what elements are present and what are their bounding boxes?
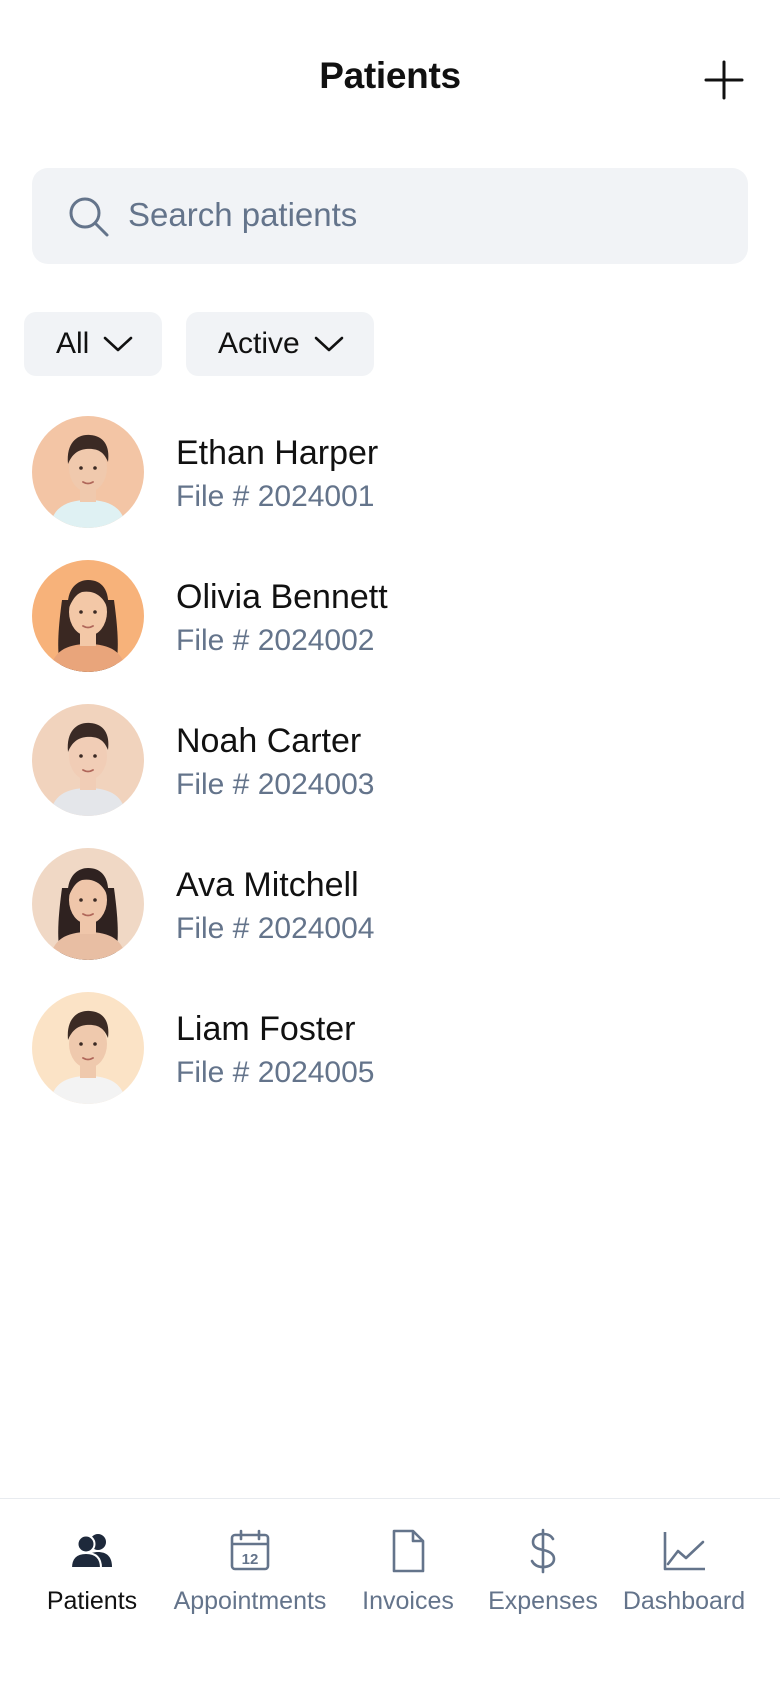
calendar-day: 12 bbox=[242, 1551, 259, 1568]
filter-status-dropdown[interactable]: Active bbox=[186, 312, 374, 376]
chart-line-icon bbox=[663, 1532, 705, 1571]
patient-file-number: File # 2024002 bbox=[176, 624, 375, 657]
patient-row[interactable]: Noah Carter File # 2024003 bbox=[0, 704, 780, 834]
portrait-illustration bbox=[32, 416, 144, 528]
tab-expenses[interactable]: Expenses bbox=[486, 1499, 600, 1659]
patient-name: Liam Foster bbox=[176, 1010, 356, 1048]
dollar-icon bbox=[530, 1528, 556, 1574]
tab-label: Appointments bbox=[173, 1587, 327, 1615]
patient-name: Olivia Bennett bbox=[176, 578, 388, 616]
portrait-illustration bbox=[32, 992, 144, 1104]
tab-label: Invoices bbox=[362, 1587, 454, 1615]
portrait-illustration bbox=[32, 848, 144, 960]
patient-row[interactable]: Liam Foster File # 2024005 bbox=[0, 992, 780, 1122]
patient-file-number: File # 2024003 bbox=[176, 768, 375, 801]
patient-name: Ava Mitchell bbox=[176, 866, 359, 904]
avatar bbox=[32, 848, 144, 960]
plus-icon bbox=[704, 60, 744, 100]
chevron-down-icon bbox=[314, 336, 344, 352]
filter-status-label: Active bbox=[218, 327, 300, 360]
tab-appointments[interactable]: 12 Appointments bbox=[166, 1499, 334, 1659]
filter-type-label: All bbox=[56, 327, 90, 360]
calendar-icon: 12 bbox=[230, 1529, 270, 1571]
patient-file-number: File # 2024001 bbox=[176, 480, 375, 513]
bottom-tab-bar: Patients 12 Appointments Invoices Expens… bbox=[0, 1498, 780, 1688]
avatar bbox=[32, 416, 144, 528]
people-icon bbox=[69, 1534, 112, 1569]
portrait-illustration bbox=[32, 704, 144, 816]
avatar bbox=[32, 992, 144, 1104]
portrait-illustration bbox=[32, 560, 144, 672]
patient-row[interactable]: Ava Mitchell File # 2024004 bbox=[0, 848, 780, 978]
filter-type-dropdown[interactable]: All bbox=[24, 312, 162, 376]
search-placeholder: Search patients bbox=[128, 196, 358, 233]
tab-label: Expenses bbox=[488, 1587, 598, 1615]
patient-row[interactable]: Olivia Bennett File # 2024002 bbox=[0, 560, 780, 690]
tab-invoices[interactable]: Invoices bbox=[354, 1499, 462, 1659]
avatar bbox=[32, 560, 144, 672]
patient-file-number: File # 2024004 bbox=[176, 912, 375, 945]
patient-file-number: File # 2024005 bbox=[176, 1056, 375, 1089]
tab-dashboard[interactable]: Dashboard bbox=[618, 1499, 750, 1659]
top-bar: Patients bbox=[0, 0, 780, 160]
patient-name: Noah Carter bbox=[176, 722, 362, 760]
patient-name: Ethan Harper bbox=[176, 434, 379, 472]
search-icon bbox=[69, 197, 109, 237]
page-title: Patients bbox=[319, 55, 461, 96]
tab-label: Dashboard bbox=[622, 1587, 746, 1615]
add-patient-button[interactable] bbox=[700, 56, 748, 104]
patient-row[interactable]: Ethan Harper File # 2024001 bbox=[0, 416, 780, 546]
tab-patients[interactable]: Patients bbox=[32, 1499, 152, 1659]
document-icon bbox=[392, 1529, 425, 1573]
tab-label: Patients bbox=[46, 1587, 138, 1615]
avatar bbox=[32, 704, 144, 816]
chevron-down-icon bbox=[104, 336, 133, 352]
